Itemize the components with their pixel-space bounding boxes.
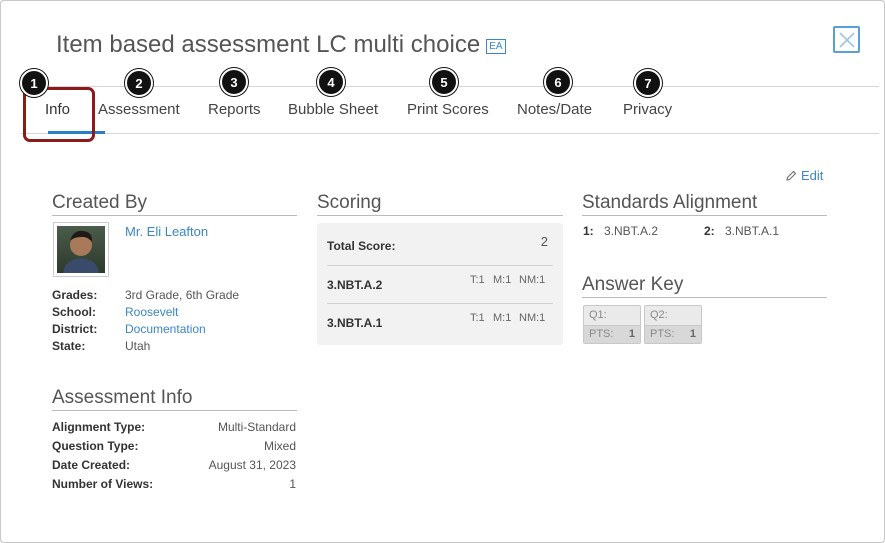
score-m: M:1 bbox=[493, 274, 512, 286]
step-number-4: 4 bbox=[317, 68, 345, 96]
step-number-5: 5 bbox=[430, 68, 458, 96]
answer-key-heading: Answer Key bbox=[582, 274, 827, 298]
edit-label: Edit bbox=[801, 168, 824, 183]
alignment-type-value: Multi-Standard bbox=[217, 420, 296, 434]
answer-key-card-q2[interactable]: Q2: PTS: 1 bbox=[644, 305, 702, 344]
grades-value: 3rd Grade, 6th Grade bbox=[125, 288, 240, 302]
date-created-label: Date Created: bbox=[52, 458, 131, 472]
district-link[interactable]: Documentation bbox=[125, 322, 206, 336]
total-score-value: 2 bbox=[540, 234, 548, 249]
school-link[interactable]: Roosevelt bbox=[125, 305, 178, 319]
answer-key-card-q1[interactable]: Q1: PTS: 1 bbox=[583, 305, 641, 344]
date-created-value: August 31, 2023 bbox=[208, 458, 296, 472]
step-number-1: 1 bbox=[20, 69, 48, 97]
score-t: T:1 bbox=[470, 312, 485, 324]
user-photo-icon bbox=[63, 230, 99, 273]
state-value: Utah bbox=[125, 339, 151, 353]
avatar bbox=[53, 222, 109, 277]
standard-code-1: 3.NBT.A.2 bbox=[604, 224, 659, 238]
points-bar: PTS: 1 bbox=[645, 325, 701, 343]
points-bar: PTS: 1 bbox=[584, 325, 640, 343]
close-button[interactable] bbox=[833, 26, 860, 53]
scoring-heading: Scoring bbox=[317, 192, 563, 216]
assessment-info-heading: Assessment Info bbox=[52, 387, 297, 411]
standards-alignment-heading: Standards Alignment bbox=[582, 192, 827, 216]
edit-button[interactable]: Edit bbox=[786, 168, 823, 183]
scoring-panel: Total Score: 2 3.NBT.A.2 T:1 M:1 NM:1 3.… bbox=[317, 223, 563, 345]
points-value: 1 bbox=[628, 328, 635, 340]
school-label: School: bbox=[52, 305, 96, 319]
tab-print-scores[interactable]: Print Scores bbox=[407, 101, 489, 118]
divider bbox=[327, 303, 553, 304]
standard-code-2: 3.NBT.A.1 bbox=[725, 224, 780, 238]
assessment-modal: Item based assessment LC multi choice EA … bbox=[0, 0, 885, 543]
score-t: T:1 bbox=[470, 274, 485, 286]
points-label: PTS: bbox=[589, 328, 614, 340]
score-m: M:1 bbox=[493, 312, 512, 324]
question-type-value: Mixed bbox=[263, 439, 296, 453]
created-by-heading: Created By bbox=[52, 192, 297, 216]
score-standard: 3.NBT.A.2 bbox=[327, 278, 383, 292]
state-label: State: bbox=[52, 339, 86, 353]
alignment-type-label: Alignment Type: bbox=[52, 420, 146, 434]
step-number-6: 6 bbox=[544, 68, 572, 96]
question-type-label: Question Type: bbox=[52, 439, 139, 453]
points-value: 1 bbox=[689, 328, 696, 340]
standard-num-1: 1: bbox=[583, 224, 594, 238]
step-number-2: 2 bbox=[125, 69, 153, 97]
score-row-1: 3.NBT.A.2 T:1 M:1 NM:1 bbox=[327, 274, 553, 292]
pencil-icon bbox=[786, 170, 797, 181]
grades-label: Grades: bbox=[52, 288, 98, 302]
creator-name-link[interactable]: Mr. Eli Leafton bbox=[125, 224, 208, 239]
tab-bubble-sheet[interactable]: Bubble Sheet bbox=[288, 101, 378, 118]
tab-privacy[interactable]: Privacy bbox=[623, 101, 672, 118]
points-label: PTS: bbox=[650, 328, 675, 340]
total-score-label: Total Score: bbox=[327, 239, 396, 253]
score-row-2: 3.NBT.A.1 T:1 M:1 NM:1 bbox=[327, 312, 553, 330]
district-label: District: bbox=[52, 322, 98, 336]
views-label: Number of Views: bbox=[52, 477, 154, 491]
close-icon bbox=[838, 31, 855, 48]
step-number-7: 7 bbox=[634, 69, 662, 97]
score-standard: 3.NBT.A.1 bbox=[327, 316, 383, 330]
score-nm: NM:1 bbox=[519, 312, 546, 324]
score-nm: NM:1 bbox=[519, 274, 546, 286]
views-value: 1 bbox=[289, 477, 296, 491]
question-label: Q1: bbox=[589, 309, 607, 321]
tab-assessment[interactable]: Assessment bbox=[98, 101, 180, 118]
divider bbox=[327, 265, 553, 266]
standard-num-2: 2: bbox=[704, 224, 715, 238]
page-title: Item based assessment LC multi choice EA bbox=[56, 31, 506, 59]
title-text: Item based assessment LC multi choice bbox=[56, 31, 481, 58]
question-label: Q2: bbox=[650, 309, 668, 321]
tab-notes-date[interactable]: Notes/Date bbox=[517, 101, 592, 118]
total-score-row: Total Score: 2 bbox=[327, 234, 553, 253]
ea-badge: EA bbox=[486, 39, 506, 54]
step-number-3: 3 bbox=[220, 68, 248, 96]
tab-reports[interactable]: Reports bbox=[208, 101, 261, 118]
